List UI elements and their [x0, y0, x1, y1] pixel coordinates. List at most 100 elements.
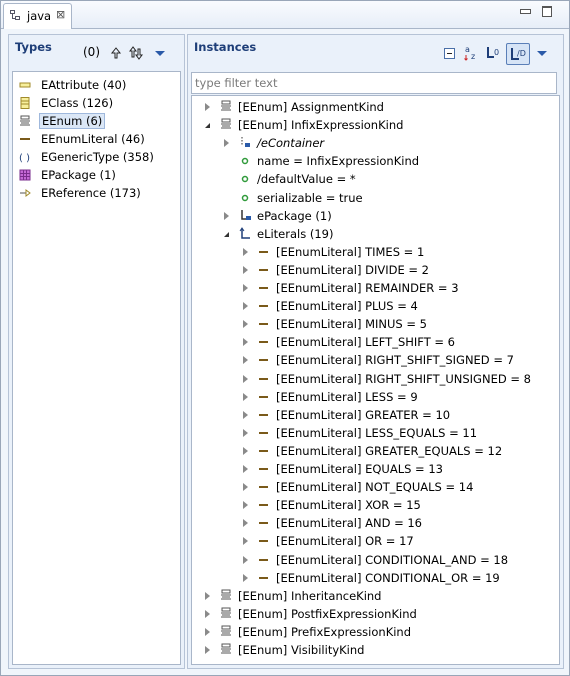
view-menu-chevron-down-icon[interactable]	[152, 46, 168, 62]
tree-row[interactable]: [EEnumLiteral] GREATER_EQUALS = 12	[192, 442, 557, 460]
tree-row-label: [EEnum] InheritanceKind	[238, 588, 382, 603]
type-item-label: EPackage (1)	[41, 168, 116, 182]
expand-twistie-icon[interactable]	[243, 428, 248, 437]
tree-row[interactable]: [EEnumLiteral] RIGHT_SHIFT_SIGNED = 7	[192, 351, 557, 369]
maximize-button[interactable]	[542, 6, 552, 17]
type-item-label: EEnumLiteral (46)	[41, 132, 145, 146]
eenum-icon	[19, 115, 31, 127]
expand-twistie-icon[interactable]	[243, 483, 248, 492]
filter-input[interactable]	[191, 72, 557, 94]
tree-row[interactable]: [EEnumLiteral] LESS = 9	[192, 388, 557, 406]
expand-twistie-icon[interactable]	[243, 265, 248, 274]
tree-row-label: [EEnumLiteral] RIGHT_SHIFT_SIGNED = 7	[276, 353, 514, 368]
tree-row[interactable]: /eContainer	[192, 134, 557, 152]
expand-twistie-icon[interactable]	[243, 410, 248, 419]
tree-row[interactable]: [EEnumLiteral] DIVIDE = 2	[192, 261, 557, 279]
tree-row[interactable]: [EEnumLiteral] NOT_EQUALS = 14	[192, 478, 557, 496]
expand-twistie-icon[interactable]	[243, 247, 248, 256]
minimize-button[interactable]	[520, 9, 531, 14]
tree-row[interactable]: [EEnum] VisibilityKind	[192, 641, 557, 659]
expand-twistie-icon[interactable]	[224, 139, 229, 148]
sort-order-icon[interactable]	[128, 45, 144, 61]
collapse-twistie-icon[interactable]	[224, 231, 229, 237]
show-empty-icon[interactable]: 0	[486, 45, 502, 61]
eenumliteral-icon	[19, 133, 31, 145]
expand-twistie-icon[interactable]	[243, 374, 248, 383]
sort-alphabetically-icon[interactable]: az	[464, 44, 480, 61]
tree-row[interactable]: [EEnumLiteral] XOR = 15	[192, 496, 557, 514]
tree-row-label: ePackage (1)	[257, 208, 332, 223]
tree-row-label: [EEnum] AssignmentKind	[238, 100, 384, 114]
tree-row[interactable]: eLiterals (19)	[192, 225, 557, 243]
tree-row-label: [EEnum] VisibilityKind	[238, 643, 365, 657]
sort-up-icon[interactable]	[108, 45, 124, 61]
expand-twistie-icon[interactable]	[243, 519, 248, 528]
tree-row[interactable]: [EEnumLiteral] EQUALS = 13	[192, 460, 557, 478]
expand-twistie-icon[interactable]	[205, 646, 210, 654]
expand-twistie-icon[interactable]	[243, 284, 248, 292]
svg-text:/D: /D	[517, 49, 526, 58]
tree-row[interactable]: [EEnumLiteral] TIMES = 1	[192, 243, 557, 261]
tree-row[interactable]: [EEnum] PrefixExpressionKind	[192, 623, 557, 641]
tree-row[interactable]: [EEnumLiteral] LESS_EQUALS = 11	[192, 424, 557, 442]
enum-literal-icon	[258, 372, 271, 385]
expand-twistie-icon[interactable]	[205, 103, 210, 111]
enum-literal-icon	[258, 390, 271, 403]
expand-twistie-icon[interactable]	[205, 609, 210, 618]
tree-row[interactable]: [EEnumLiteral] REMAINDER = 3	[192, 279, 557, 297]
expand-twistie-icon[interactable]	[243, 320, 248, 329]
tree-row[interactable]: [EEnumLiteral] CONDITIONAL_OR = 19	[192, 569, 557, 587]
view-menu-chevron-down-icon[interactable]	[534, 46, 550, 62]
tree-row[interactable]: [EEnumLiteral] MINUS = 5	[192, 315, 557, 333]
collapse-all-icon[interactable]	[442, 46, 458, 62]
expand-twistie-icon[interactable]	[243, 392, 248, 401]
eclass-icon	[19, 97, 31, 109]
tree-row[interactable]: [EEnumLiteral] OR = 17	[192, 532, 557, 550]
tree-row-label: [EEnumLiteral] LESS_EQUALS = 11	[276, 425, 478, 440]
expand-twistie-icon[interactable]	[243, 446, 248, 455]
expand-twistie-icon[interactable]	[243, 356, 248, 365]
tree-row-label: [EEnumLiteral] NOT_EQUALS = 14	[276, 480, 474, 495]
close-icon[interactable]: ⊠	[56, 8, 65, 21]
tree-row[interactable]: /defaultValue = *	[192, 170, 557, 188]
tree-row[interactable]: [EEnumLiteral] CONDITIONAL_AND = 18	[192, 551, 557, 569]
tree-row[interactable]: name = InfixExpressionKind	[192, 152, 557, 170]
svg-text:0: 0	[494, 48, 499, 57]
tree-row[interactable]: [EEnum] AssignmentKind	[192, 98, 557, 116]
tree-row[interactable]: [EEnumLiteral] PLUS = 4	[192, 297, 557, 315]
reference-icon	[239, 209, 252, 222]
expand-twistie-icon[interactable]	[205, 591, 210, 600]
eenum-icon	[220, 100, 233, 113]
tree-row[interactable]: [EEnum] InheritanceKind	[192, 587, 557, 605]
enum-literal-icon	[258, 553, 271, 566]
tree-row-label: [EEnumLiteral] DIVIDE = 2	[276, 262, 429, 277]
hierarchy-icon	[10, 10, 21, 21]
expand-twistie-icon[interactable]	[243, 465, 248, 473]
enum-literal-icon	[258, 335, 271, 348]
tree-row[interactable]: serializable = true	[192, 189, 557, 207]
tree-row[interactable]: [EEnum] InfixExpressionKind	[192, 116, 557, 134]
enum-literal-icon	[258, 534, 271, 547]
tree-row[interactable]: [EEnum] PostfixExpressionKind	[192, 605, 557, 623]
expand-twistie-icon[interactable]	[224, 211, 229, 220]
tree-row[interactable]: [EEnumLiteral] LEFT_SHIFT = 6	[192, 333, 557, 351]
expand-twistie-icon[interactable]	[243, 501, 248, 510]
tree-row[interactable]: [EEnumLiteral] GREATER = 10	[192, 406, 557, 424]
tree-row[interactable]: [EEnumLiteral] AND = 16	[192, 514, 557, 532]
eenum-icon	[220, 607, 233, 620]
tab-java[interactable]: java ⊠	[3, 3, 72, 29]
tree-row-label: [EEnumLiteral] CONDITIONAL_AND = 18	[276, 552, 509, 567]
show-derived-toggle-icon[interactable]: /D	[506, 43, 530, 65]
expand-twistie-icon[interactable]	[243, 555, 248, 564]
svg-text:a: a	[465, 45, 470, 54]
tree-row[interactable]: ePackage (1)	[192, 207, 557, 225]
expand-twistie-icon[interactable]	[243, 302, 248, 311]
expand-twistie-icon[interactable]	[243, 338, 248, 347]
collapse-twistie-icon[interactable]	[205, 123, 210, 129]
tree-row[interactable]: [EEnumLiteral] RIGHT_SHIFT_UNSIGNED = 8	[192, 370, 557, 388]
expand-twistie-icon[interactable]	[243, 573, 248, 582]
expand-twistie-icon[interactable]	[243, 537, 248, 546]
type-item-label: EEnum (6)	[39, 113, 106, 129]
reference-many-icon	[239, 226, 252, 240]
expand-twistie-icon[interactable]	[205, 627, 210, 636]
